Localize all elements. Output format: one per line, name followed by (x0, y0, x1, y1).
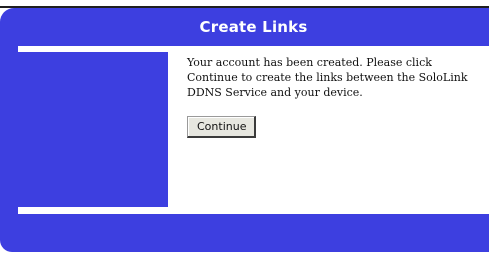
left-side-panel (18, 52, 168, 207)
content-area: Your account has been created. Please cl… (187, 55, 482, 138)
left-frame-edge (0, 46, 18, 214)
top-border-rule (0, 0, 489, 8)
footer-divider (18, 207, 489, 214)
page-title: Create Links (199, 18, 308, 36)
instruction-message: Your account has been created. Please cl… (187, 56, 468, 99)
page-header-bar: Create Links (0, 8, 489, 46)
page-footer-bar (0, 214, 489, 252)
continue-button[interactable]: Continue (187, 116, 257, 138)
create-links-page: Create Links Your account has been creat… (0, 0, 489, 255)
